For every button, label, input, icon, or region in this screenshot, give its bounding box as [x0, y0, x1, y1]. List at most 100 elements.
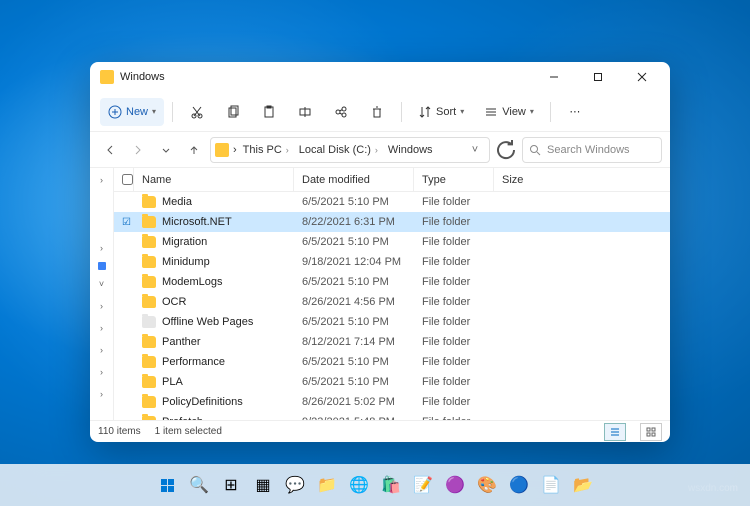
file-name: PLA: [162, 376, 183, 388]
chevron-right-icon[interactable]: ›: [94, 386, 110, 402]
cut-button[interactable]: [181, 98, 213, 126]
file-date: 6/5/2021 5:10 PM: [294, 196, 414, 208]
file-rows[interactable]: Media6/5/2021 5:10 PMFile folderMicrosof…: [114, 192, 670, 420]
file-name: ModemLogs: [162, 276, 223, 288]
select-all-checkbox[interactable]: [114, 168, 134, 191]
breadcrumb-local-disk[interactable]: Local Disk (C:)›: [295, 144, 382, 156]
column-size[interactable]: Size: [494, 168, 670, 191]
item-count: 110 items: [98, 426, 141, 437]
paste-button[interactable]: [253, 98, 285, 126]
share-button[interactable]: [325, 98, 357, 126]
sort-label: Sort: [436, 106, 456, 118]
chevron-right-icon[interactable]: ›: [94, 342, 110, 358]
command-toolbar: New ▾ Sort ▾ View ▾ ⋯: [90, 92, 670, 132]
file-type: File folder: [414, 216, 494, 228]
file-type: File folder: [414, 316, 494, 328]
app-icon[interactable]: 📄: [537, 471, 565, 499]
chat-button[interactable]: 💬: [281, 471, 309, 499]
app-icon[interactable]: 🟣: [441, 471, 469, 499]
file-explorer-button[interactable]: 📁: [313, 471, 341, 499]
close-button[interactable]: [620, 62, 664, 92]
task-view-button[interactable]: ⊞: [217, 471, 245, 499]
search-placeholder: Search Windows: [547, 144, 630, 156]
chevron-right-icon[interactable]: ›: [94, 240, 110, 256]
file-name: Media: [162, 196, 192, 208]
folder-icon: [142, 316, 156, 328]
widgets-button[interactable]: ▦: [249, 471, 277, 499]
table-row[interactable]: Offline Web Pages6/5/2021 5:10 PMFile fo…: [114, 312, 670, 332]
nav-pane-collapsed[interactable]: › › ˅ › › › › ›: [90, 168, 114, 420]
folder-icon: [142, 236, 156, 248]
app-icon[interactable]: 🎨: [473, 471, 501, 499]
table-row[interactable]: ModemLogs6/5/2021 5:10 PMFile folder: [114, 272, 670, 292]
table-row[interactable]: Media6/5/2021 5:10 PMFile folder: [114, 192, 670, 212]
rename-button[interactable]: [289, 98, 321, 126]
table-row[interactable]: Panther8/12/2021 7:14 PMFile folder: [114, 332, 670, 352]
table-row[interactable]: OCR8/26/2021 4:56 PMFile folder: [114, 292, 670, 312]
file-date: 6/5/2021 5:10 PM: [294, 316, 414, 328]
details-view-button[interactable]: [604, 423, 626, 441]
chevron-right-icon[interactable]: ›: [94, 298, 110, 314]
search-input[interactable]: Search Windows: [522, 137, 662, 163]
table-row[interactable]: Performance6/5/2021 5:10 PMFile folder: [114, 352, 670, 372]
file-type: File folder: [414, 376, 494, 388]
app-icon[interactable]: 📂: [569, 471, 597, 499]
start-button[interactable]: [153, 471, 181, 499]
breadcrumb-windows[interactable]: Windows: [384, 144, 437, 156]
table-row[interactable]: Minidump9/18/2021 12:04 PMFile folder: [114, 252, 670, 272]
file-date: 8/22/2021 6:31 PM: [294, 216, 414, 228]
status-bar: 110 items 1 item selected: [90, 420, 670, 442]
onedrive-icon[interactable]: [98, 262, 106, 270]
address-bar[interactable]: › This PC› Local Disk (C:)› Windows ˅: [210, 137, 490, 163]
back-button[interactable]: [98, 138, 122, 162]
refresh-button[interactable]: [494, 138, 518, 162]
chevron-right-icon[interactable]: ›: [94, 320, 110, 336]
sort-button[interactable]: Sort ▾: [410, 98, 472, 126]
search-button[interactable]: 🔍: [185, 471, 213, 499]
file-date: 8/26/2021 4:56 PM: [294, 296, 414, 308]
file-type: File folder: [414, 336, 494, 348]
table-row[interactable]: PLA6/5/2021 5:10 PMFile folder: [114, 372, 670, 392]
file-type: File folder: [414, 356, 494, 368]
file-date: 6/5/2021 5:10 PM: [294, 236, 414, 248]
store-button[interactable]: 🛍️: [377, 471, 405, 499]
app-icon[interactable]: 📝: [409, 471, 437, 499]
file-type: File folder: [414, 256, 494, 268]
chevron-down-icon[interactable]: ˅: [94, 276, 110, 292]
thumbnails-view-button[interactable]: [640, 423, 662, 441]
view-button[interactable]: View ▾: [476, 98, 542, 126]
file-type: File folder: [414, 396, 494, 408]
file-name: OCR: [162, 296, 186, 308]
app-icon[interactable]: 🔵: [505, 471, 533, 499]
folder-icon: [142, 216, 156, 228]
file-type: File folder: [414, 276, 494, 288]
minimize-button[interactable]: [532, 62, 576, 92]
column-type[interactable]: Type: [414, 168, 494, 191]
file-name: PolicyDefinitions: [162, 396, 243, 408]
table-row[interactable]: Migration6/5/2021 5:10 PMFile folder: [114, 232, 670, 252]
window-title: Windows: [120, 71, 532, 83]
table-row[interactable]: Microsoft.NET8/22/2021 6:31 PMFile folde…: [114, 212, 670, 232]
column-name[interactable]: Name: [134, 168, 294, 191]
edge-button[interactable]: 🌐: [345, 471, 373, 499]
copy-button[interactable]: [217, 98, 249, 126]
column-date[interactable]: Date modified: [294, 168, 414, 191]
delete-button[interactable]: [361, 98, 393, 126]
chevron-down-icon[interactable]: ˅: [465, 144, 485, 156]
table-row[interactable]: Prefetch9/23/2021 5:48 PMFile folder: [114, 412, 670, 420]
maximize-button[interactable]: [576, 62, 620, 92]
window-folder-icon: [100, 70, 114, 84]
chevron-right-icon[interactable]: ›: [94, 364, 110, 380]
up-button[interactable]: [182, 138, 206, 162]
table-row[interactable]: PolicyDefinitions8/26/2021 5:02 PMFile f…: [114, 392, 670, 412]
file-date: 8/12/2021 7:14 PM: [294, 336, 414, 348]
breadcrumb-this-pc[interactable]: This PC›: [239, 144, 293, 156]
file-name: Minidump: [162, 256, 210, 268]
new-button[interactable]: New ▾: [100, 98, 164, 126]
more-button[interactable]: ⋯: [559, 98, 591, 126]
taskbar[interactable]: 🔍 ⊞ ▦ 💬 📁 🌐 🛍️ 📝 🟣 🎨 🔵 📄 📂: [0, 464, 750, 506]
forward-button[interactable]: [126, 138, 150, 162]
recent-button[interactable]: [154, 138, 178, 162]
title-bar[interactable]: Windows: [90, 62, 670, 92]
chevron-right-icon[interactable]: ›: [94, 172, 110, 188]
